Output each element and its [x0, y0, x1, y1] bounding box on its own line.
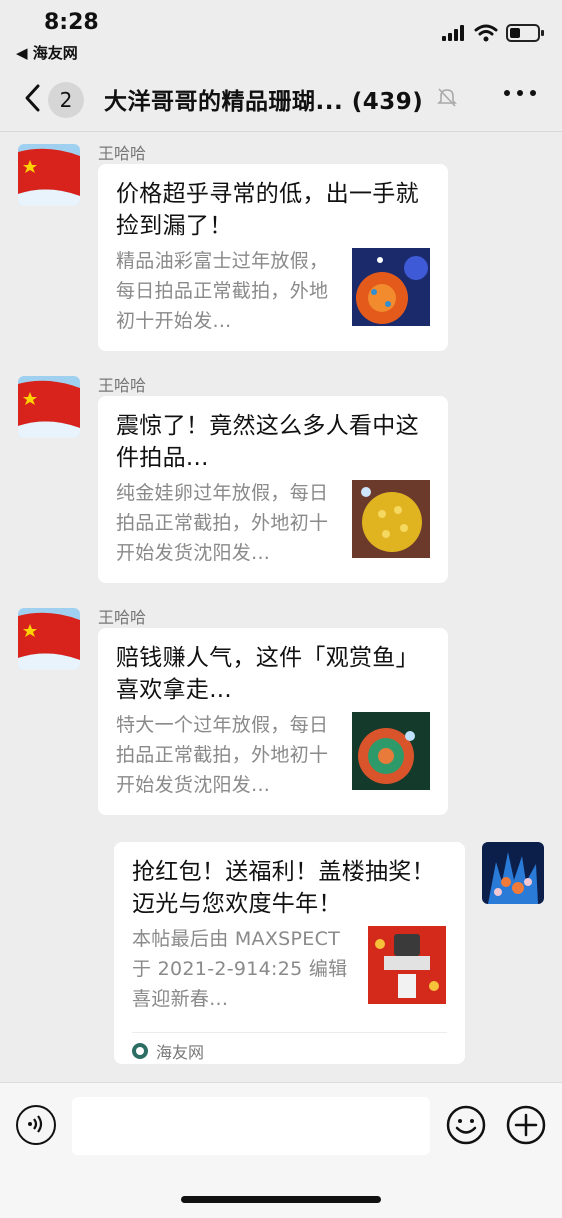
voice-input-button[interactable] [16, 1105, 56, 1145]
card-title: 震惊了！竟然这么多人看中这件拍品... [116, 413, 419, 471]
message-3: 王哈哈 赔钱赚人气，这件「观赏鱼」喜欢拿走... 特大一个过年放假，每日拍品正常… [0, 604, 562, 819]
link-card[interactable]: 抢红包！送福利！盖楼抽奖！迈光与您欢度牛年！ 本帖最后由 MAXSPECT 于 … [114, 842, 465, 1064]
more-options-icon[interactable] [504, 90, 536, 96]
add-more-icon[interactable] [506, 1105, 546, 1145]
signal-icon [442, 25, 464, 41]
own-avatar[interactable] [482, 842, 544, 904]
status-bar: 8:28 ◀ 海友网 [0, 0, 562, 68]
unread-count-badge[interactable]: 2 [48, 82, 84, 118]
card-title: 抢红包！送福利！盖楼抽奖！迈光与您欢度牛年！ [132, 859, 435, 917]
card-thumbnail [352, 712, 430, 790]
sender-avatar[interactable] [18, 608, 80, 670]
source-logo-icon [132, 1043, 148, 1059]
home-indicator[interactable] [181, 1196, 381, 1203]
message-2: 王哈哈 震惊了！竟然这么多人看中这件拍品... 纯金娃卵过年放假，每日拍品正常截… [0, 372, 562, 587]
message-text-input[interactable] [72, 1097, 430, 1155]
back-chevron-icon[interactable] [18, 80, 52, 116]
source-name: 海友网 [156, 1043, 205, 1062]
status-time: 8:28 [44, 10, 99, 35]
chat-header: 2 大洋哥哥的精品珊瑚... (439) [0, 68, 562, 132]
link-card[interactable]: 震惊了！竟然这么多人看中这件拍品... 纯金娃卵过年放假，每日拍品正常截拍，外地… [98, 396, 448, 583]
flag-avatar-image [18, 144, 80, 206]
sender-avatar[interactable] [18, 376, 80, 438]
link-card[interactable]: 价格超乎寻常的低，出一手就捡到漏了！ 精品油彩富士过年放假，每日拍品正常截拍，外… [98, 164, 448, 351]
back-to-app-link[interactable]: ◀ 海友网 [16, 42, 78, 63]
voice-icon [28, 1115, 43, 1133]
battery-icon [506, 24, 544, 42]
coral-avatar-image [482, 842, 544, 904]
card-thumbnail [352, 248, 430, 326]
sender-name: 王哈哈 [98, 144, 147, 163]
chat-title: 大洋哥哥的精品珊瑚... (439) [104, 89, 424, 115]
flag-avatar-image [18, 376, 80, 438]
card-title: 赔钱赚人气，这件「观赏鱼」喜欢拿走... [116, 645, 419, 703]
link-card[interactable]: 赔钱赚人气，这件「观赏鱼」喜欢拿走... 特大一个过年放假，每日拍品正常截拍，外… [98, 628, 448, 815]
sender-avatar[interactable] [18, 144, 80, 206]
message-1: 王哈哈 价格超乎寻常的低，出一手就捡到漏了！ 精品油彩富士过年放假，每日拍品正常… [0, 140, 562, 355]
wifi-icon [474, 24, 498, 42]
card-description: 纯金娃卵过年放假，每日拍品正常截拍，外地初十开始发货沈阳发... [116, 482, 329, 564]
message-4-own: 抢红包！送福利！盖楼抽奖！迈光与您欢度牛年！ 本帖最后由 MAXSPECT 于 … [0, 836, 562, 1076]
card-title: 价格超乎寻常的低，出一手就捡到漏了！ [116, 181, 419, 239]
sender-name: 王哈哈 [98, 608, 147, 627]
card-description: 特大一个过年放假，每日拍品正常截拍，外地初十开始发货沈阳发... [116, 714, 329, 796]
status-icons [442, 24, 544, 42]
card-description: 精品油彩富士过年放假，每日拍品正常截拍，外地初十开始发... [116, 250, 329, 332]
card-description: 本帖最后由 MAXSPECT 于 2021-2-914:25 编辑喜迎新春... [132, 928, 348, 1010]
card-thumbnail [352, 480, 430, 558]
emoji-icon[interactable] [446, 1105, 486, 1145]
mute-bell-icon [437, 88, 457, 107]
card-source: 海友网 [132, 1032, 447, 1063]
card-thumbnail [368, 926, 446, 1004]
flag-avatar-image [18, 608, 80, 670]
sender-name: 王哈哈 [98, 376, 147, 395]
